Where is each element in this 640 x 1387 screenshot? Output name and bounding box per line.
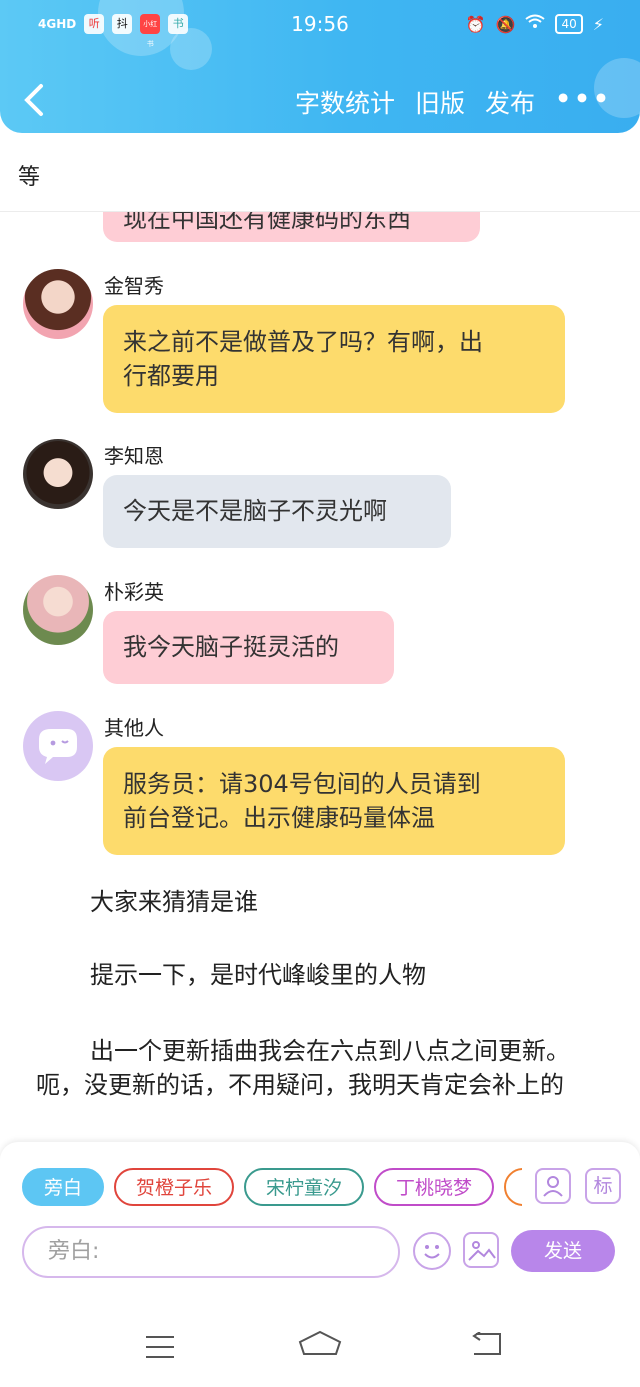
narration-text[interactable]: 大家来猜猜是谁 <box>36 885 606 919</box>
title-row: 等 <box>0 133 640 212</box>
menu-icon[interactable] <box>146 1336 174 1366</box>
narration-text[interactable]: 出一个更新插曲我会在六点到八点之间更新。呃，没更新的话，不用疑问，我明天肯定会补… <box>36 1034 606 1102</box>
speaker-name: 李知恩 <box>104 444 164 468</box>
home-icon[interactable] <box>298 1330 342 1360</box>
message-line: 来之前不是做普及了吗？有啊，出 <box>123 328 483 356</box>
word-count-button[interactable]: 字数统计 <box>295 84 395 120</box>
message-line: 行都要用 <box>123 362 219 390</box>
chip-narrator[interactable]: 旁白 <box>22 1168 105 1206</box>
chat-bubble-icon <box>39 729 77 764</box>
message-line: 今天是不是脑子不灵光啊 <box>123 497 387 525</box>
input-panel: 旁白贺橙子乐宋柠童汐丁桃晓梦马 标 旁白: 发送 <box>0 1142 640 1278</box>
message-input[interactable]: 旁白: <box>22 1226 400 1278</box>
old-version-button[interactable]: 旧版 <box>415 84 465 120</box>
person-card-icon[interactable] <box>535 1168 571 1204</box>
wifi-icon <box>525 14 546 34</box>
avatar[interactable] <box>23 269 93 339</box>
message-line: 服务员：请304号包间的人员请到 <box>123 770 481 798</box>
tag-button[interactable]: 标 <box>585 1168 621 1204</box>
chat-bubble[interactable]: 今天是不是脑子不灵光啊 <box>103 475 451 548</box>
avatar[interactable] <box>23 575 93 645</box>
send-button[interactable]: 发送 <box>511 1230 615 1272</box>
mute-icon: 🔕 <box>495 14 516 34</box>
alarm-icon: ⏰ <box>465 14 486 34</box>
message-line: 我今天脑子挺灵活的 <box>123 633 339 661</box>
speaker-name: 其他人 <box>104 716 164 740</box>
avatar[interactable] <box>23 439 93 509</box>
chat-bubble[interactable]: 来之前不是做普及了吗？有啊，出 行都要用 <box>103 305 565 413</box>
chip-character[interactable]: 宋柠童汐 <box>244 1168 365 1206</box>
more-dots-icon[interactable]: ••• <box>555 84 612 120</box>
speaker-name: 朴彩英 <box>104 580 164 604</box>
publish-button[interactable]: 发布 <box>485 84 535 120</box>
chat-bubble[interactable]: 服务员：请304号包间的人员请到 前台登记。出示健康码量体温 <box>103 747 565 855</box>
nav-bar: 字数统计 旧版 发布 ••• <box>0 80 640 124</box>
chip-character[interactable]: 马 <box>504 1168 522 1206</box>
battery-indicator: 40 <box>555 14 583 34</box>
story-title[interactable]: 等 <box>18 159 40 191</box>
narration-text[interactable]: 提示一下，是时代峰峻里的人物 <box>36 958 606 992</box>
charging-icon: ⚡ <box>592 14 604 34</box>
character-chips[interactable]: 旁白贺橙子乐宋柠童汐丁桃晓梦马 <box>22 1168 522 1210</box>
chat-bubble[interactable]: 现在中国还有健康码的东西 <box>103 212 480 242</box>
message-text: 现在中国还有健康码的东西 <box>123 212 411 233</box>
app-header: 4GHD 听 抖 小红书 书 19:56 ⏰ 🔕 40 ⚡ 字数统计 旧版 发布… <box>0 0 640 133</box>
system-nav-bar <box>0 1278 640 1387</box>
chat-bubble[interactable]: 我今天脑子挺灵活的 <box>103 611 394 684</box>
image-icon[interactable] <box>463 1232 499 1268</box>
chevron-left-icon[interactable] <box>22 82 46 127</box>
chip-character[interactable]: 丁桃晓梦 <box>374 1168 495 1206</box>
back-icon[interactable] <box>470 1331 504 1360</box>
nav-actions: 字数统计 旧版 发布 ••• <box>295 84 612 120</box>
chat-area[interactable]: 现在中国还有健康码的东西 金智秀 来之前不是做普及了吗？有啊，出 行都要用 李知… <box>0 212 640 1142</box>
speaker-name: 金智秀 <box>104 274 164 298</box>
message-line: 前台登记。出示健康码量体温 <box>123 804 435 832</box>
smile-icon[interactable] <box>413 1232 451 1270</box>
status-right: ⏰ 🔕 40 ⚡ <box>466 14 604 34</box>
chip-character[interactable]: 贺橙子乐 <box>114 1168 235 1206</box>
status-bar: 4GHD 听 抖 小红书 书 19:56 ⏰ 🔕 40 ⚡ <box>0 10 640 48</box>
avatar[interactable] <box>23 711 93 781</box>
